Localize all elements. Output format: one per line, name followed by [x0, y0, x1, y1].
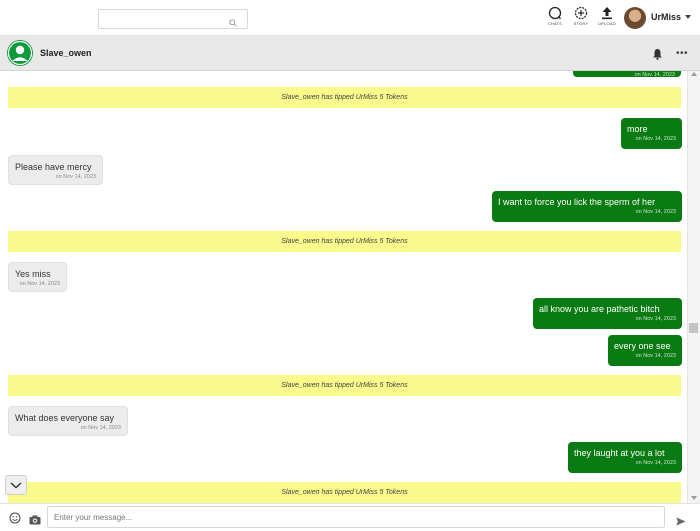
- message-time: on Nov 14, 2023: [634, 72, 675, 78]
- message-text: they laught at you a lot: [574, 448, 665, 458]
- camera-icon[interactable]: [29, 512, 41, 530]
- message-outgoing: all know you are pathetic bitch on Nov 1…: [533, 298, 682, 329]
- top-bar: CHATS STORY UPLOAD UrMiss: [0, 0, 700, 36]
- message-time: on Nov 14, 2023: [635, 460, 676, 466]
- message-time: on Nov 14, 2023: [635, 353, 676, 359]
- message-composer: [0, 503, 700, 531]
- person-icon: [7, 40, 33, 66]
- upload-button[interactable]: UPLOAD: [595, 6, 619, 32]
- emoji-icon[interactable]: [9, 511, 21, 529]
- message-time: on Nov 14, 2023: [635, 209, 676, 215]
- scrollbar[interactable]: [687, 71, 700, 503]
- message-outgoing: they laught at you a lot on Nov 14, 2023: [568, 442, 682, 473]
- story-plus-icon: [574, 6, 588, 20]
- message-incoming: Please have mercy on Nov 14, 2023: [8, 155, 103, 185]
- message-outgoing: more on Nov 14, 2023: [621, 118, 682, 149]
- message-time: on Nov 14, 2023: [80, 425, 121, 431]
- upload-label: UPLOAD: [598, 21, 616, 26]
- message-text: Yes miss: [15, 269, 51, 279]
- chevron-down-icon: [10, 482, 22, 489]
- chevron-down-icon[interactable]: [685, 15, 691, 19]
- scroll-to-bottom-button[interactable]: [5, 475, 27, 495]
- scroll-down-arrow-icon[interactable]: [691, 496, 697, 500]
- chats-button[interactable]: CHATS: [543, 6, 567, 32]
- message-outgoing: on Nov 14, 2023: [573, 71, 681, 78]
- tip-notice: Slave_owen has tipped UrMiss 5 Tokens: [8, 87, 681, 108]
- scrollbar-thumb[interactable]: [689, 323, 698, 333]
- message-list[interactable]: on Nov 14, 2023 Slave_owen has tipped Ur…: [0, 71, 687, 503]
- send-icon[interactable]: [676, 513, 686, 531]
- message-input[interactable]: [47, 506, 665, 528]
- message-outgoing: I want to force you lick the sperm of he…: [492, 191, 682, 222]
- tip-notice: Slave_owen has tipped UrMiss 5 Tokens: [8, 231, 681, 252]
- contact-avatar[interactable]: [7, 40, 33, 66]
- chats-label: CHATS: [547, 21, 563, 26]
- message-text: I want to force you lick the sperm of he…: [498, 197, 656, 207]
- story-button[interactable]: STORY: [569, 6, 593, 32]
- bell-icon[interactable]: [652, 47, 663, 65]
- message-time: on Nov 14, 2023: [55, 174, 96, 180]
- tip-notice: Slave_owen has tipped UrMiss 5 Tokens: [8, 482, 681, 503]
- chat-bubble-icon: [548, 6, 562, 20]
- contact-name[interactable]: Slave_owen: [40, 48, 92, 58]
- upload-icon: [602, 7, 612, 20]
- message-text: more: [627, 124, 648, 134]
- tip-notice: Slave_owen has tipped UrMiss 5 Tokens: [8, 375, 681, 396]
- message-outgoing: every one see on Nov 14, 2023: [608, 335, 682, 366]
- more-icon[interactable]: •••: [676, 49, 688, 59]
- message-time: on Nov 14, 2023: [635, 136, 676, 142]
- message-text: every one see: [614, 341, 671, 351]
- message-time: on Nov 14, 2023: [635, 316, 676, 322]
- scroll-up-arrow-icon[interactable]: [691, 72, 697, 76]
- message-text: Please have mercy: [15, 162, 92, 172]
- message-time: on Nov 14, 2023: [19, 281, 60, 287]
- story-label: STORY: [573, 21, 589, 26]
- message-text: What does everyone say: [15, 413, 115, 423]
- search-input[interactable]: [98, 9, 248, 29]
- message-incoming: Yes miss on Nov 14, 2023: [8, 262, 67, 292]
- user-avatar[interactable]: [624, 7, 646, 29]
- chat-header: Slave_owen •••: [0, 36, 700, 71]
- message-text: all know you are pathetic bitch: [539, 304, 660, 314]
- user-name[interactable]: UrMiss: [651, 12, 681, 22]
- message-incoming: What does everyone say on Nov 14, 2023: [8, 406, 128, 436]
- search-icon[interactable]: [229, 14, 239, 27]
